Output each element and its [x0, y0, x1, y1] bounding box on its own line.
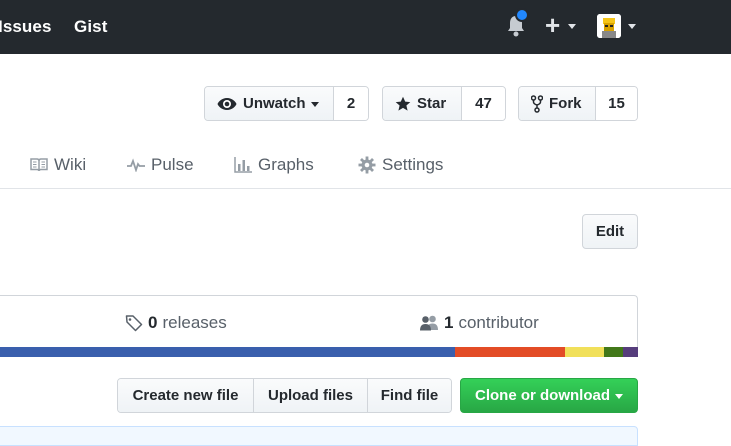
tab-wiki-label: Wiki [54, 155, 87, 174]
language-bar[interactable] [0, 347, 638, 357]
clone-or-download-button[interactable]: Clone or download [460, 378, 638, 413]
fork-label: Fork [549, 95, 582, 112]
tag-icon [125, 315, 143, 332]
tab-pulse-label: Pulse [151, 155, 194, 174]
language-segment [454, 347, 565, 357]
tab-settings-label: Settings [382, 155, 444, 174]
fork-button[interactable]: Fork [519, 87, 596, 120]
avatar-image [597, 14, 621, 38]
star-label: Star [417, 95, 447, 112]
tab-pulse[interactable]: Pulse [127, 155, 194, 175]
find-file-button[interactable]: Find file [368, 379, 451, 412]
tabs-divider [0, 188, 731, 189]
eye-icon [217, 97, 237, 110]
chevron-down-icon [310, 102, 319, 107]
contributors-count: 1 [444, 313, 454, 332]
nav-gist-link[interactable]: Gist [74, 17, 107, 37]
language-segment [603, 347, 623, 357]
chevron-down-icon [615, 394, 623, 399]
gear-icon [358, 156, 376, 174]
pulse-icon [127, 158, 145, 172]
star-button[interactable]: Star [383, 87, 462, 120]
contributors-label: contributor [458, 313, 539, 332]
people-icon [420, 315, 438, 331]
avatar[interactable] [597, 14, 621, 38]
plus-icon[interactable]: + [545, 10, 560, 40]
tab-graphs[interactable]: Graphs [234, 155, 314, 175]
fork-button-group: Fork 15 [518, 86, 638, 121]
watchers-count[interactable]: 2 [334, 87, 368, 120]
watch-button-group: Unwatch 2 [204, 86, 369, 121]
upload-files-button[interactable]: Upload files [254, 379, 368, 412]
graph-icon [234, 157, 252, 173]
releases-link[interactable]: 0 releases [125, 313, 227, 333]
tab-graphs-label: Graphs [258, 155, 314, 174]
unwatch-label: Unwatch [243, 95, 306, 112]
tab-wiki[interactable]: Wiki [30, 155, 86, 175]
clone-label: Clone or download [475, 387, 610, 404]
language-segment [0, 347, 455, 357]
top-header: Issues Gist + [0, 0, 731, 54]
file-actions-group: Create new file Upload files Find file [117, 378, 452, 413]
notification-dot [515, 8, 529, 22]
nav-issues-link[interactable]: Issues [0, 17, 52, 37]
book-icon [30, 158, 48, 172]
stargazers-count[interactable]: 47 [462, 87, 505, 120]
edit-button[interactable]: Edit [582, 214, 638, 249]
unwatch-button[interactable]: Unwatch [205, 87, 334, 120]
releases-count: 0 [148, 313, 158, 332]
language-segment [622, 347, 638, 357]
language-segment [564, 347, 604, 357]
chevron-down-icon[interactable] [628, 24, 636, 29]
fork-icon [531, 94, 543, 113]
tab-settings[interactable]: Settings [358, 155, 443, 175]
star-button-group: Star 47 [382, 86, 506, 121]
latest-commit-bar [0, 426, 638, 446]
contributors-link[interactable]: 1 contributor [419, 313, 539, 333]
releases-label: releases [162, 313, 227, 332]
chevron-down-icon[interactable] [568, 24, 576, 29]
star-icon [395, 96, 411, 111]
create-new-file-button[interactable]: Create new file [118, 379, 254, 412]
repo-summary: 0 releases 1 contributor [0, 295, 638, 348]
forks-count[interactable]: 15 [596, 87, 637, 120]
